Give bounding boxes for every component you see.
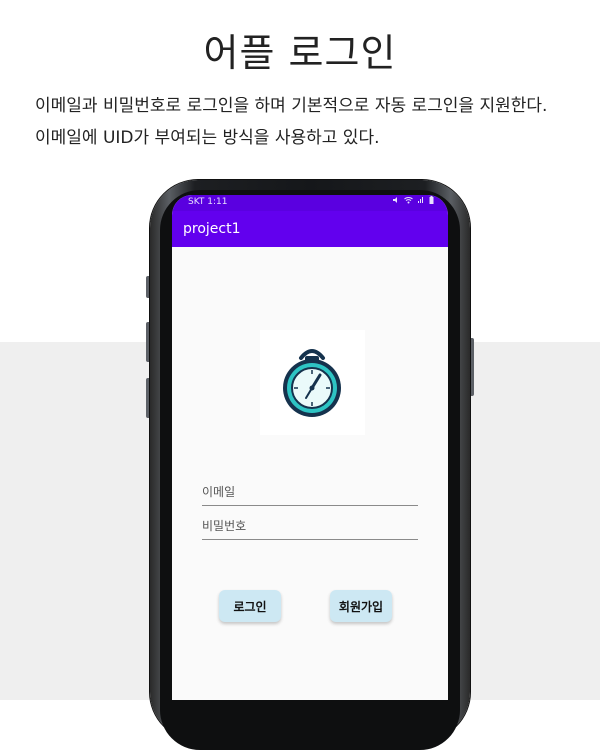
wifi-icon: [404, 197, 414, 204]
description-line-1: 이메일과 비밀번호로 로그인을 하며 기본적으로 자동 로그인을 지원한다.: [35, 96, 548, 116]
status-icons: [392, 196, 434, 206]
status-time: SKT 1:11: [188, 197, 228, 207]
login-button[interactable]: 로그인: [219, 590, 281, 622]
signal-icon: [418, 197, 424, 203]
app-logo: [260, 330, 365, 435]
status-bar: SKT 1:11: [172, 195, 448, 211]
page-description: 이메일과 비밀번호로 로그인을 하며 기본적으로 자동 로그인을 지원한다. 이…: [35, 90, 595, 154]
signup-button[interactable]: 회원가입: [330, 590, 392, 622]
app-bar: project1: [172, 211, 448, 247]
battery-icon: [429, 196, 434, 204]
email-field[interactable]: [202, 481, 418, 506]
stopwatch-icon: [283, 349, 341, 417]
phone-screen: SKT 1:11 project1 이메일 로그인 회원가입: [172, 195, 448, 700]
page-title: 어플 로그인: [203, 31, 397, 75]
app-title: project1: [183, 221, 241, 237]
mute-icon: [393, 197, 398, 203]
description-line-2: 이메일에 UID가 부여되는 방식을 사용하고 있다.: [35, 128, 380, 148]
password-field[interactable]: [202, 515, 418, 540]
